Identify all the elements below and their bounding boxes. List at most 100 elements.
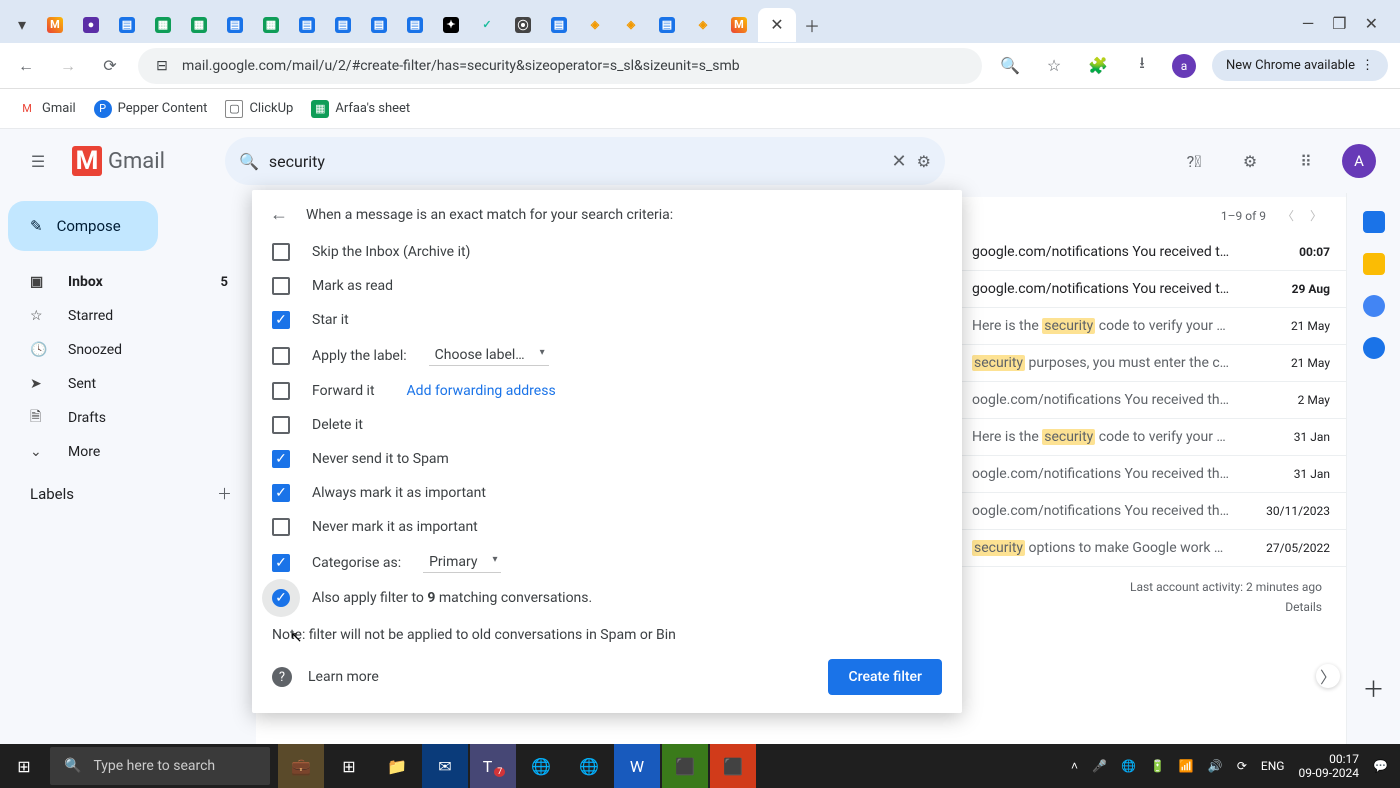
- taskbar-clock[interactable]: 00:17 09-09-2024: [1298, 752, 1359, 781]
- new-tab-button[interactable]: ＋: [798, 13, 826, 37]
- bookmark-clickup[interactable]: ▢ClickUp: [225, 100, 293, 118]
- tasks-icon[interactable]: [1363, 295, 1385, 317]
- bookmark-sheet[interactable]: ▦Arfaa's sheet: [311, 100, 410, 118]
- bookmark-gmail[interactable]: MGmail: [18, 100, 76, 118]
- checkbox-7[interactable]: ✓: [272, 484, 290, 502]
- checkbox-2[interactable]: ✓: [272, 311, 290, 329]
- taskbar-app-outlook[interactable]: ✉: [422, 744, 468, 788]
- tab-12[interactable]: ✦: [434, 9, 468, 41]
- checkbox-8[interactable]: [272, 518, 290, 536]
- forwarding-address-link[interactable]: Add forwarding address: [407, 383, 556, 399]
- checkbox-4[interactable]: [272, 382, 290, 400]
- sidebar-item-snoozed[interactable]: 🕓Snoozed: [8, 333, 256, 367]
- keep-icon[interactable]: [1363, 253, 1385, 275]
- checkbox-0[interactable]: [272, 243, 290, 261]
- checkbox-1[interactable]: [272, 277, 290, 295]
- bookmark-pepper[interactable]: PPepper Content: [94, 100, 208, 118]
- learn-more-link[interactable]: Learn more: [308, 669, 379, 685]
- tabs-dropdown[interactable]: ▾: [8, 15, 36, 34]
- sidebar-item-drafts[interactable]: 🗎Drafts: [8, 401, 256, 435]
- back-arrow-icon[interactable]: ←: [270, 204, 288, 225]
- tab-8[interactable]: ▤: [290, 9, 324, 41]
- sidebar-item-sent[interactable]: ➤Sent: [8, 367, 256, 401]
- tray-overflow-icon[interactable]: ˄: [1071, 759, 1078, 773]
- tab-18[interactable]: ▤: [650, 9, 684, 41]
- checkbox-6[interactable]: ✓: [272, 450, 290, 468]
- tab-5[interactable]: ▦: [182, 9, 216, 41]
- forward-button[interactable]: →: [54, 52, 82, 80]
- gmail-logo[interactable]: M Gmail: [72, 146, 165, 176]
- account-avatar[interactable]: A: [1342, 144, 1376, 178]
- tab-19[interactable]: ◈: [686, 9, 720, 41]
- tab-7[interactable]: ▦: [254, 9, 288, 41]
- sidebar-item-more[interactable]: ⌄More: [8, 435, 256, 469]
- tray-mic-icon[interactable]: 🎤: [1092, 759, 1107, 773]
- tab-active[interactable]: ✕: [758, 8, 796, 42]
- add-panel-button[interactable]: ＋: [1362, 672, 1384, 704]
- extensions-icon[interactable]: 🧩: [1084, 52, 1112, 80]
- tray-wifi-icon[interactable]: 📶: [1179, 759, 1194, 773]
- taskbar-app-chrome-2[interactable]: 🌐: [566, 744, 612, 788]
- tab-14[interactable]: ⦿: [506, 9, 540, 41]
- site-settings-icon[interactable]: ⊟: [152, 56, 172, 76]
- profile-avatar[interactable]: a: [1172, 54, 1196, 78]
- checkbox-5[interactable]: [272, 416, 290, 434]
- main-menu-icon[interactable]: ☰: [16, 152, 60, 171]
- help-circle-icon[interactable]: ?: [272, 667, 292, 687]
- taskbar-app-camtasia-1[interactable]: ⬛: [662, 744, 708, 788]
- apps-grid-icon[interactable]: ⠿: [1286, 141, 1326, 181]
- taskbar-app-briefcase[interactable]: 💼: [278, 744, 324, 788]
- search-icon[interactable]: 🔍: [239, 152, 259, 171]
- taskbar-app-teams[interactable]: T7: [470, 744, 516, 788]
- sidebar-item-starred[interactable]: ☆Starred: [8, 299, 256, 333]
- tray-sync-icon[interactable]: ⟳: [1237, 759, 1247, 773]
- taskbar-search[interactable]: 🔍 Type here to search: [50, 747, 270, 785]
- downloads-icon[interactable]: ⭳: [1128, 52, 1156, 80]
- window-minimize[interactable]: ―: [1302, 14, 1315, 33]
- close-icon[interactable]: ✕: [770, 15, 783, 34]
- search-icon[interactable]: 🔍: [996, 52, 1024, 80]
- tray-volume-icon[interactable]: 🔊: [1208, 759, 1223, 773]
- clear-search-icon[interactable]: ✕: [892, 151, 907, 172]
- filter-select-9[interactable]: Primary: [423, 552, 501, 573]
- search-input[interactable]: [269, 152, 882, 171]
- address-bar[interactable]: ⊟ mail.google.com/mail/u/2/#create-filte…: [138, 48, 982, 84]
- search-options-icon[interactable]: ⚙: [917, 152, 931, 171]
- tab-gmail[interactable]: M: [38, 9, 72, 41]
- back-button[interactable]: ←: [12, 52, 40, 80]
- filter-select-3[interactable]: Choose label…: [429, 345, 549, 366]
- tab-9[interactable]: ▤: [326, 9, 360, 41]
- tray-language[interactable]: ENG: [1261, 759, 1285, 773]
- taskbar-app-taskview[interactable]: ⊞: [326, 744, 372, 788]
- sidebar-item-inbox[interactable]: ▣ Inbox 5: [8, 265, 256, 299]
- add-label-button[interactable]: ＋: [217, 483, 232, 504]
- reload-button[interactable]: ⟳: [96, 52, 124, 80]
- taskbar-app-chrome-1[interactable]: 🌐: [518, 744, 564, 788]
- taskbar-app-explorer[interactable]: 📁: [374, 744, 420, 788]
- contacts-icon[interactable]: [1363, 337, 1385, 359]
- tab-2[interactable]: ●: [74, 9, 108, 41]
- tab-3[interactable]: ▤: [110, 9, 144, 41]
- tab-11[interactable]: ▤: [398, 9, 432, 41]
- tab-4[interactable]: ▦: [146, 9, 180, 41]
- chrome-update-pill[interactable]: New Chrome available⋮: [1212, 50, 1388, 81]
- checkbox-3[interactable]: [272, 347, 290, 365]
- taskbar-app-camtasia-2[interactable]: ⬛: [710, 744, 756, 788]
- window-close[interactable]: ✕: [1365, 14, 1378, 33]
- checkbox-also-apply[interactable]: ✓: [272, 589, 290, 607]
- checkbox-9[interactable]: ✓: [272, 554, 290, 572]
- search-box[interactable]: 🔍 ✕ ⚙: [225, 137, 945, 185]
- tray-battery-icon[interactable]: 🔋: [1150, 759, 1165, 773]
- calendar-icon[interactable]: [1363, 211, 1385, 233]
- create-filter-button[interactable]: Create filter: [828, 659, 942, 695]
- tray-weather-icon[interactable]: 🌐: [1121, 759, 1136, 773]
- tab-10[interactable]: ▤: [362, 9, 396, 41]
- tab-15[interactable]: ▤: [542, 9, 576, 41]
- next-page-button[interactable]: 〉: [1310, 207, 1322, 224]
- tab-17[interactable]: ◈: [614, 9, 648, 41]
- taskbar-app-word[interactable]: W: [614, 744, 660, 788]
- compose-button[interactable]: ✎ Compose: [8, 201, 158, 251]
- prev-page-button[interactable]: 〈: [1282, 207, 1294, 224]
- settings-gear-icon[interactable]: ⚙: [1230, 141, 1270, 181]
- start-button[interactable]: ⊞: [0, 757, 48, 776]
